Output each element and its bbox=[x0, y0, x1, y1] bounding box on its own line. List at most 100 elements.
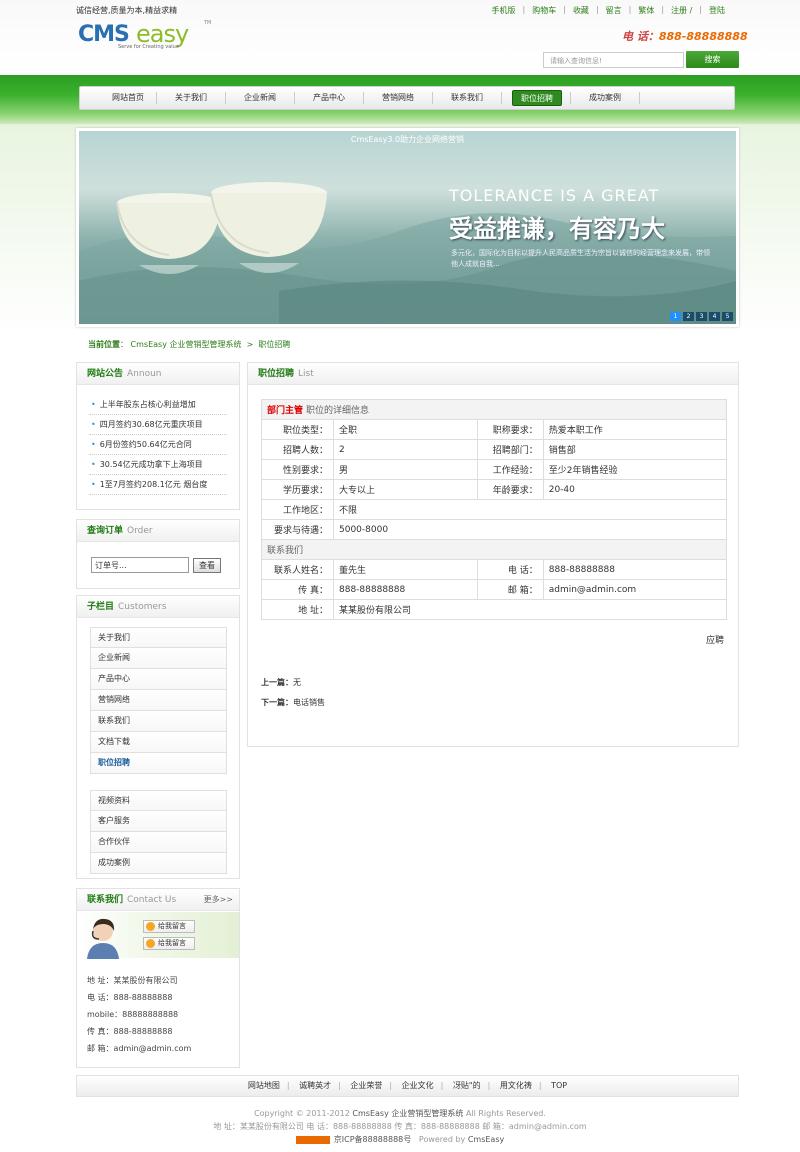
order-box: 查询订单 Order 订单号... 查看 bbox=[76, 519, 240, 589]
banner-dot[interactable]: 4 bbox=[709, 312, 720, 321]
contact-mobile: mobile：88888888888 bbox=[87, 1010, 179, 1019]
subnav-item[interactable]: 客户服务 bbox=[90, 811, 227, 832]
qq-message-button[interactable]: 给我留言 bbox=[143, 937, 195, 950]
nav-jobs[interactable]: 职位招聘 bbox=[512, 90, 562, 106]
nav-home[interactable]: 网站首页 bbox=[100, 90, 156, 106]
banner-dot[interactable]: 3 bbox=[696, 312, 707, 321]
contact-box: 联系我们 Contact Us 更多>> 给我留言 给我留言 地 址：某某股份有限公… bbox=[76, 888, 240, 1068]
footer-top-link[interactable]: TOP bbox=[551, 1081, 567, 1090]
subnav-item[interactable]: 合作伙伴 bbox=[90, 832, 227, 853]
top-links: 手机版 | 购物车 | 收藏 | 留言 | 繁体 | 注册 / | 登陆 bbox=[485, 5, 732, 16]
top-link-register[interactable]: 注册 / bbox=[664, 5, 699, 16]
banner-pager: 1 2 3 4 5 bbox=[670, 312, 733, 321]
contact-more-link[interactable]: 更多>> bbox=[204, 889, 233, 911]
subnav-group: 关于我们 企业新闻 产品中心 营销网络 联系我们 文档下载 职位招聘 bbox=[90, 627, 227, 774]
banner-dot[interactable]: 2 bbox=[683, 312, 694, 321]
top-link-guestbook[interactable]: 留言 bbox=[599, 5, 629, 16]
breadcrumb-current[interactable]: 职位招聘 bbox=[258, 340, 290, 349]
contact-info: 地 址：某某股份有限公司 电 话：888-88888888 mobile：888… bbox=[87, 972, 191, 1057]
contact-section-title: 联系我们 bbox=[261, 539, 727, 560]
subnav-item[interactable]: 营销网络 bbox=[90, 690, 227, 711]
subnav-header: 子栏目 Customers bbox=[77, 596, 239, 618]
breadcrumb: 当前位置： CmsEasy 企业营销型管理系统 > 职位招聘 bbox=[88, 340, 291, 349]
top-link-traditional[interactable]: 繁体 bbox=[631, 5, 661, 16]
search-button[interactable]: 搜索 bbox=[686, 51, 739, 68]
job-section-title: 部门主管 职位的详细信息 bbox=[261, 399, 727, 420]
table-row: 地 址： 某某股份有限公司 bbox=[261, 599, 727, 620]
site-logo[interactable]: CMS easy TM Serve for Creating value bbox=[78, 20, 218, 54]
next-article-link[interactable]: 电话销售 bbox=[293, 698, 325, 707]
subnav-item[interactable]: 联系我们 bbox=[90, 711, 227, 732]
banner-english-text: TOLERANCE IS A GREAT bbox=[449, 186, 660, 205]
footer-link[interactable]: 企业文化 bbox=[402, 1081, 434, 1090]
notice-item[interactable]: 30.54亿元成功拿下上海项目 bbox=[89, 455, 227, 475]
footer-address: 地 址：某某股份有限公司 电 话：888-88888888 传 真：888-88… bbox=[213, 1122, 587, 1131]
footer-link[interactable]: 网站地图 bbox=[248, 1081, 280, 1090]
hero-banner[interactable]: CmsEasy3.0助力企业网络营销 TOLERANCE IS A GREAT … bbox=[76, 128, 739, 327]
notice-item[interactable]: 上半年股东占核心利益增加 bbox=[89, 395, 227, 415]
logo-tagline: Serve for Creating value bbox=[118, 44, 179, 50]
contact-phone: 电 话：888-88888888 bbox=[87, 993, 173, 1002]
banner-dot[interactable]: 5 bbox=[722, 312, 733, 321]
notice-item[interactable]: 1至7月签约208.1亿元 烟台度 bbox=[89, 475, 227, 495]
subnav-item-active[interactable]: 职位招聘 bbox=[90, 753, 227, 774]
site-slogan: 诚信经营,质量为本,精益求精 bbox=[76, 6, 178, 15]
top-link-login[interactable]: 登陆 bbox=[702, 5, 732, 16]
icp-link[interactable]: 京ICP备88888888号 bbox=[334, 1135, 412, 1144]
subnav-item[interactable]: 视频资料 bbox=[90, 790, 227, 811]
subnav-item[interactable]: 文档下载 bbox=[90, 732, 227, 753]
table-row: 职位类型： 全职 职称要求： 热爱本职工作 bbox=[261, 419, 728, 440]
job-panel-header: 职位招聘 List bbox=[248, 363, 738, 385]
order-number-input[interactable]: 订单号... bbox=[91, 557, 189, 573]
top-link-mobile[interactable]: 手机版 bbox=[485, 5, 523, 16]
copyright-brand-link[interactable]: CmsEasy 企业营销型管理系统 bbox=[352, 1109, 463, 1118]
banner-title: CmsEasy3.0助力企业网络营销 bbox=[350, 135, 465, 144]
order-header: 查询订单 Order bbox=[77, 520, 239, 542]
subnav-item[interactable]: 成功案例 bbox=[90, 853, 227, 874]
logo-tm: TM bbox=[204, 20, 212, 26]
apply-button[interactable]: 应聘 bbox=[706, 633, 724, 646]
banner-dot[interactable]: 1 bbox=[670, 312, 681, 321]
footer-nav: 网站地图 | 诚聘英才 | 企业荣誉 | 企业文化 | 冴贴"的 | 用文化祷 | TOP bbox=[76, 1075, 739, 1097]
subnav-item[interactable]: 产品中心 bbox=[90, 669, 227, 690]
banner-chinese-text: 受益推谦，有容乃大 bbox=[449, 214, 665, 243]
footer-link[interactable]: 冴贴"的 bbox=[453, 1081, 481, 1090]
footer-link[interactable]: 用文化祷 bbox=[500, 1081, 532, 1090]
prev-article-link[interactable]: 无 bbox=[293, 678, 301, 687]
table-row: 传 真： 888-88888888 邮 箱： admin@admin.com bbox=[261, 579, 728, 600]
subnav-item[interactable]: 关于我们 bbox=[90, 627, 227, 648]
subnav-item[interactable]: 企业新闻 bbox=[90, 648, 227, 669]
footer-link[interactable]: 诚聘英才 bbox=[299, 1081, 331, 1090]
qq-message-button[interactable]: 给我留言 bbox=[143, 920, 195, 933]
phone-label: 电 话： bbox=[622, 30, 659, 43]
breadcrumb-home[interactable]: CmsEasy 企业营销型管理系统 bbox=[131, 340, 242, 349]
nav-cases[interactable]: 成功案例 bbox=[571, 90, 639, 106]
footer-copyright: Copyright © 2011-2012 CmsEasy 企业营销型管理系统 … bbox=[0, 1107, 800, 1146]
nav-about[interactable]: 关于我们 bbox=[157, 90, 225, 106]
nav-network[interactable]: 营销网络 bbox=[364, 90, 432, 106]
job-detail-panel: 职位招聘 List 部门主管 职位的详细信息 职位类型： 全职 职称要求： 热爱本职工作… bbox=[247, 362, 739, 747]
top-link-favorite[interactable]: 收藏 bbox=[566, 5, 596, 16]
search-input[interactable]: 请输入查询信息! bbox=[543, 52, 684, 68]
powered-by-link[interactable]: CmsEasy bbox=[468, 1135, 504, 1144]
breadcrumb-label: 当前位置 bbox=[88, 340, 120, 349]
nav-news[interactable]: 企业新闻 bbox=[226, 90, 294, 106]
contact-address: 地 址：某某股份有限公司 bbox=[87, 976, 178, 985]
notice-item[interactable]: 6月份签约50.64亿元合同 bbox=[89, 435, 227, 455]
table-row: 工作地区： 不限 bbox=[261, 499, 727, 520]
nav-contact[interactable]: 联系我们 bbox=[433, 90, 501, 106]
top-bar: 诚信经营,质量为本,精益求精 手机版 | 购物车 | 收藏 | 留言 | 繁体 | 注册 … bbox=[76, 4, 740, 18]
order-query-button[interactable]: 查看 bbox=[193, 558, 221, 573]
phone-number: 888-88888888 bbox=[658, 30, 748, 43]
contact-fax: 传 真：888-88888888 bbox=[87, 1027, 173, 1036]
top-link-cart[interactable]: 购物车 bbox=[525, 5, 563, 16]
cnzz-stat-icon[interactable] bbox=[295, 1135, 330, 1144]
main-nav: 网站首页 关于我们 企业新闻 产品中心 营销网络 联系我们 职位招聘 成功案例 bbox=[79, 86, 735, 110]
support-agent-icon bbox=[87, 918, 119, 959]
table-row: 性别要求：男 工作经验： 至少2年销售经验 bbox=[261, 459, 728, 480]
table-row: 联系人姓名： 董先生 电 话： 888-88888888 bbox=[261, 559, 728, 580]
nav-products[interactable]: 产品中心 bbox=[295, 90, 363, 106]
notice-item[interactable]: 四月签约30.68亿元重庆项目 bbox=[89, 415, 227, 435]
footer-link[interactable]: 企业荣誉 bbox=[350, 1081, 382, 1090]
notice-header: 网站公告 Announ bbox=[77, 363, 239, 385]
